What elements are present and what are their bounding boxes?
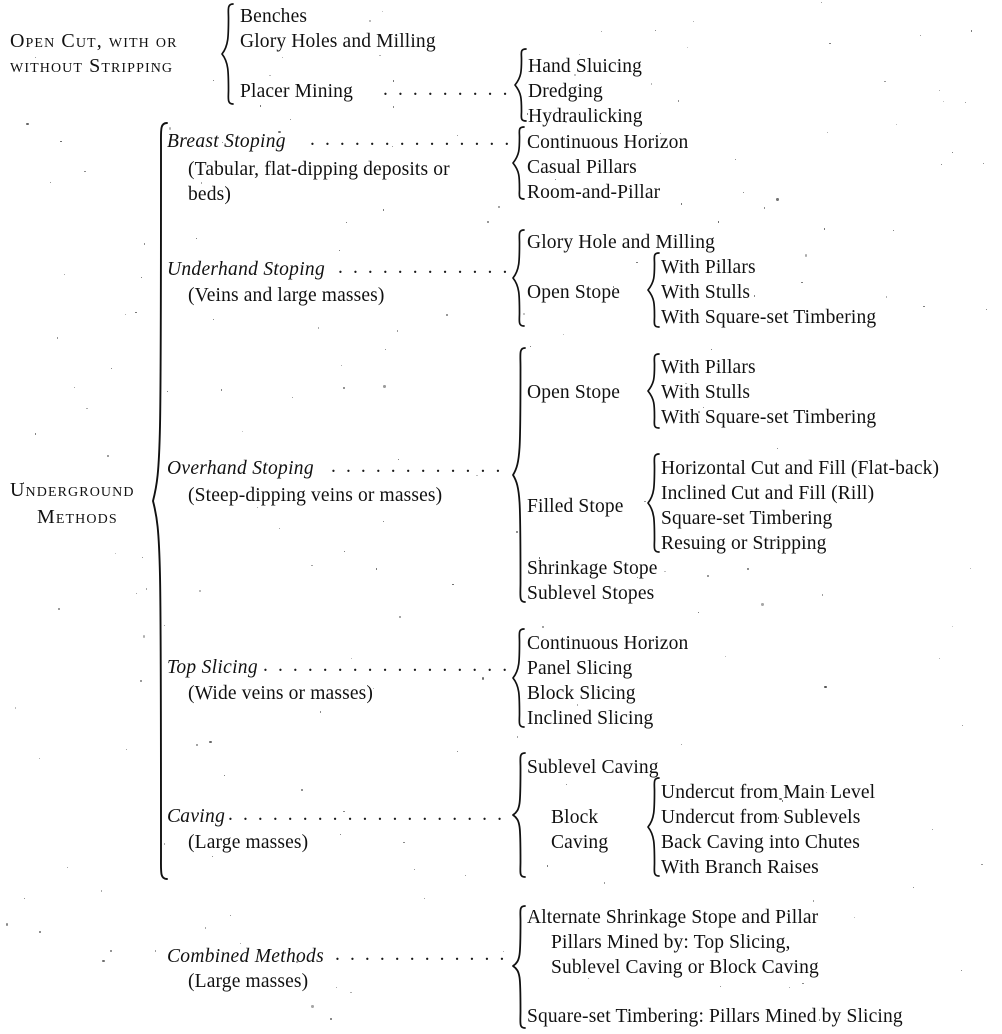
brace-underground-methods: [152, 122, 168, 880]
breast-item-room-and-pillar: Room-and-Pillar: [527, 182, 661, 203]
combined-item-pillars-mined-by-top-slicing: Pillars Mined by: Top Slicing,: [551, 932, 791, 953]
filled-stope-item-inclined-cut-and-fill: Inclined Cut and Fill (Rill): [661, 483, 875, 504]
breast-item-casual-pillars: Casual Pillars: [527, 157, 637, 178]
block-caving-item-undercut-sublevels: Undercut from Sublevels: [661, 807, 861, 828]
placer-item-dredging: Dredging: [528, 81, 603, 102]
open-cut-label-line-1: Open Cut, with or: [10, 30, 178, 52]
combined-item-alternate-shrinkage-stope-and-pillar: Alternate Shrinkage Stope and Pillar: [527, 907, 819, 928]
brace-breast-stoping: [512, 126, 525, 200]
top-slicing-item-continuous-horizon: Continuous Horizon: [527, 633, 689, 654]
combined-methods-qualifier: (Large masses): [188, 971, 309, 992]
caving-qualifier: (Large masses): [188, 832, 309, 853]
open-cut-item-benches: Benches: [240, 6, 308, 27]
block-caving-item-with-branch-raises: With Branch Raises: [661, 857, 819, 878]
overhand-stoping-qualifier: (Steep-dipping veins or masses): [188, 485, 443, 506]
leader-combined-methods: . . . . . . . . . . . . . . . . . . . . …: [335, 944, 507, 965]
breast-stoping-qualifier-line-2: beds): [188, 184, 231, 205]
leader-underhand-stoping: . . . . . . . . . . . . . . . . . . . . …: [338, 257, 510, 278]
overhand-item-open-stope: Open Stope: [527, 382, 621, 403]
top-slicing-item-panel-slicing: Panel Slicing: [527, 658, 633, 679]
top-slicing-qualifier: (Wide veins or masses): [188, 683, 374, 704]
breast-stoping-label: Breast Stoping: [167, 131, 286, 152]
placer-item-hand-sluicing: Hand Sluicing: [528, 56, 643, 77]
caving-item-block-caving-line-2: Caving: [551, 832, 609, 853]
breast-stoping-qualifier-line-1: (Tabular, flat-dipping deposits or: [188, 159, 450, 180]
top-slicing-item-block-slicing: Block Slicing: [527, 683, 636, 704]
leader-placer-mining: . . . . . . . . . . . . . . . . . . . . …: [383, 79, 507, 100]
underhand-stoping-label: Underhand Stoping: [167, 259, 326, 280]
overhand-item-shrinkage-stope: Shrinkage Stope: [527, 558, 658, 579]
open-cut-label-line-2: without Stripping: [10, 55, 174, 77]
open-cut-item-glory-holes: Glory Holes and Milling: [240, 31, 436, 52]
combined-methods-label: Combined Methods: [167, 946, 324, 967]
leader-breast-stoping: . . . . . . . . . . . . . . . . . . . . …: [310, 129, 510, 150]
underhand-item-glory-hole-and-milling: Glory Hole and Milling: [527, 232, 715, 253]
caving-item-sublevel-caving: Sublevel Caving: [527, 757, 659, 778]
placer-item-hydraulicking: Hydraulicking: [528, 106, 643, 127]
breast-item-continuous-horizon: Continuous Horizon: [527, 132, 689, 153]
overhand-stoping-label: Overhand Stoping: [167, 458, 314, 479]
underhand-open-stope-item-with-square-set-timbering: With Square-set Timbering: [661, 307, 877, 328]
caving-item-block-caving-line-1: Block: [551, 807, 599, 828]
overhand-item-filled-stope: Filled Stope: [527, 496, 624, 517]
underhand-stoping-qualifier: (Veins and large masses): [188, 285, 385, 306]
underhand-open-stope-item-with-stulls: With Stulls: [661, 282, 751, 303]
overhand-open-stope-item-with-pillars: With Pillars: [661, 357, 756, 378]
block-caving-item-back-caving-into-chutes: Back Caving into Chutes: [661, 832, 860, 853]
overhand-item-sublevel-stopes: Sublevel Stopes: [527, 583, 655, 604]
block-caving-item-undercut-main-level: Undercut from Main Level: [661, 782, 876, 803]
scanned-page: Open Cut, with or without Stripping Benc…: [0, 0, 1002, 1034]
leader-top-slicing: . . . . . . . . . . . . . . . . . . . . …: [263, 655, 511, 676]
caving-label: Caving: [167, 806, 226, 827]
top-slicing-item-inclined-slicing: Inclined Slicing: [527, 708, 654, 729]
underhand-open-stope-item-with-pillars: With Pillars: [661, 257, 756, 278]
underhand-item-open-stope: Open Stope: [527, 282, 621, 303]
filled-stope-item-resuing-or-stripping: Resuing or Stripping: [661, 533, 827, 554]
open-cut-item-placer-mining: Placer Mining: [240, 81, 353, 102]
brace-top-slicing: [512, 628, 525, 728]
underground-label-line-2: Methods: [37, 506, 118, 528]
underground-label-line-1: Underground: [10, 479, 135, 501]
overhand-open-stope-item-with-square-set-timbering: With Square-set Timbering: [661, 407, 877, 428]
filled-stope-item-square-set-timbering: Square-set Timbering: [661, 508, 833, 529]
leader-overhand-stoping: . . . . . . . . . . . . . . . . . . . . …: [331, 456, 511, 477]
combined-item-sublevel-caving-or-block-caving: Sublevel Caving or Block Caving: [551, 957, 819, 978]
combined-item-square-set-timbering-pillars-mined-by-slicing: Square-set Timbering: Pillars Mined by S…: [527, 1006, 903, 1027]
brace-underhand-stoping: [512, 229, 525, 327]
overhand-open-stope-item-with-stulls: With Stulls: [661, 382, 751, 403]
brace-open-cut: [221, 3, 234, 105]
leader-caving: . . . . . . . . . . . . . . . . . . . . …: [228, 804, 511, 825]
top-slicing-label: Top Slicing: [167, 657, 258, 678]
filled-stope-item-horizontal-cut-and-fill: Horizontal Cut and Fill (Flat-back): [661, 458, 940, 479]
